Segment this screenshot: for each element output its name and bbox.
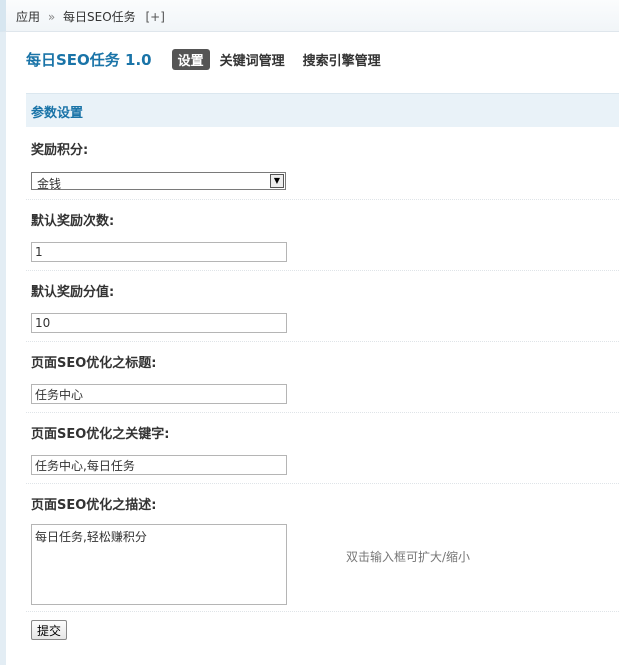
row-divider: [26, 341, 619, 342]
submit-button[interactable]: 提交: [31, 620, 68, 640]
breadcrumb-root-link[interactable]: 应用: [16, 10, 40, 24]
page-title: 每日SEO任务 1.0: [26, 50, 152, 69]
row-divider: [26, 412, 619, 413]
seo-description-textarea[interactable]: 每日任务,轻松赚积分: [31, 524, 287, 605]
textarea-hint: 双击输入框可扩大/缩小: [346, 550, 471, 564]
row-divider: [26, 270, 619, 271]
left-border: [0, 32, 6, 665]
breadcrumb-add-link[interactable]: [+]: [146, 10, 165, 24]
breadcrumb-current: 每日SEO任务: [63, 10, 136, 24]
reward-credit-label: 奖励积分:: [31, 143, 89, 158]
dropdown-arrow-icon[interactable]: ▼: [270, 174, 284, 188]
row-divider: [26, 611, 619, 612]
reward-credit-select[interactable]: 金钱 ▼: [31, 172, 286, 191]
seo-title-label: 页面SEO优化之标题:: [31, 356, 157, 371]
page-header: 每日SEO任务 1.0 设置 关键词管理 搜索引擎管理: [26, 48, 399, 70]
breadcrumb-separator: »: [47, 10, 56, 24]
row-divider: [26, 483, 619, 484]
seo-description-label: 页面SEO优化之描述:: [31, 498, 157, 513]
seo-keywords-input[interactable]: [31, 455, 287, 475]
default-count-input[interactable]: [31, 242, 287, 262]
tab-keyword-management[interactable]: 关键词管理: [220, 50, 285, 69]
default-value-input[interactable]: [31, 313, 287, 333]
tab-settings[interactable]: 设置: [171, 48, 210, 70]
default-count-label: 默认奖励次数:: [31, 214, 115, 229]
tab-search-engine-management[interactable]: 搜索引擎管理: [303, 50, 381, 69]
section-header: 参数设置: [26, 93, 619, 127]
reward-credit-selected-value: 金钱: [37, 177, 62, 191]
breadcrumb: 应用 » 每日SEO任务 [+]: [0, 0, 619, 32]
seo-keywords-label: 页面SEO优化之关键字:: [31, 427, 170, 442]
default-value-label: 默认奖励分值:: [31, 285, 115, 300]
row-divider: [26, 199, 619, 200]
seo-title-input[interactable]: [31, 384, 287, 404]
